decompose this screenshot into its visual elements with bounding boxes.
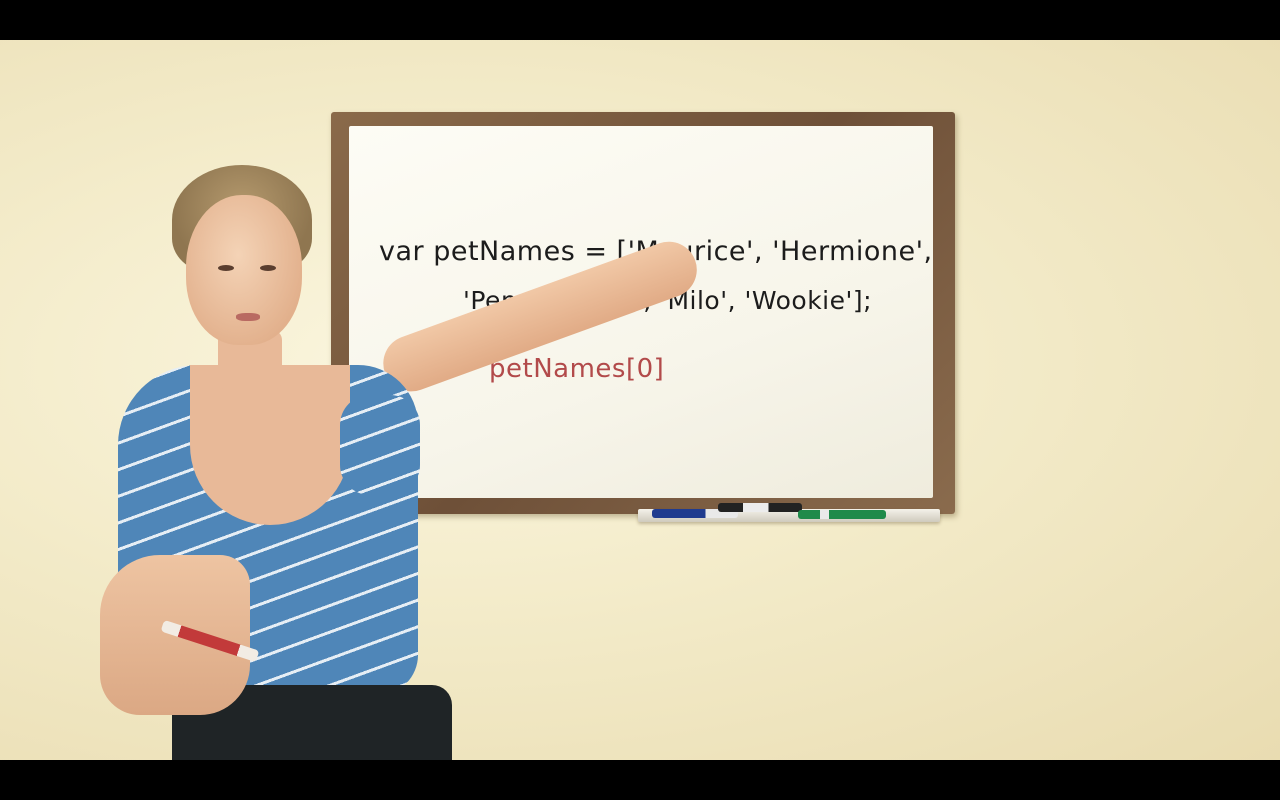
marker-tray <box>638 503 940 522</box>
classroom-scene: var petNames = ['Maurice', 'Hermione', '… <box>0 40 1280 760</box>
presenter <box>100 165 705 760</box>
shirt-sleeve <box>340 395 420 495</box>
mouth <box>236 313 260 321</box>
right-eye <box>260 265 276 271</box>
green-marker <box>798 510 886 519</box>
video-frame: var petNames = ['Maurice', 'Hermione', '… <box>0 0 1280 800</box>
black-marker <box>718 503 802 512</box>
face <box>186 195 302 345</box>
left-eye <box>218 265 234 271</box>
